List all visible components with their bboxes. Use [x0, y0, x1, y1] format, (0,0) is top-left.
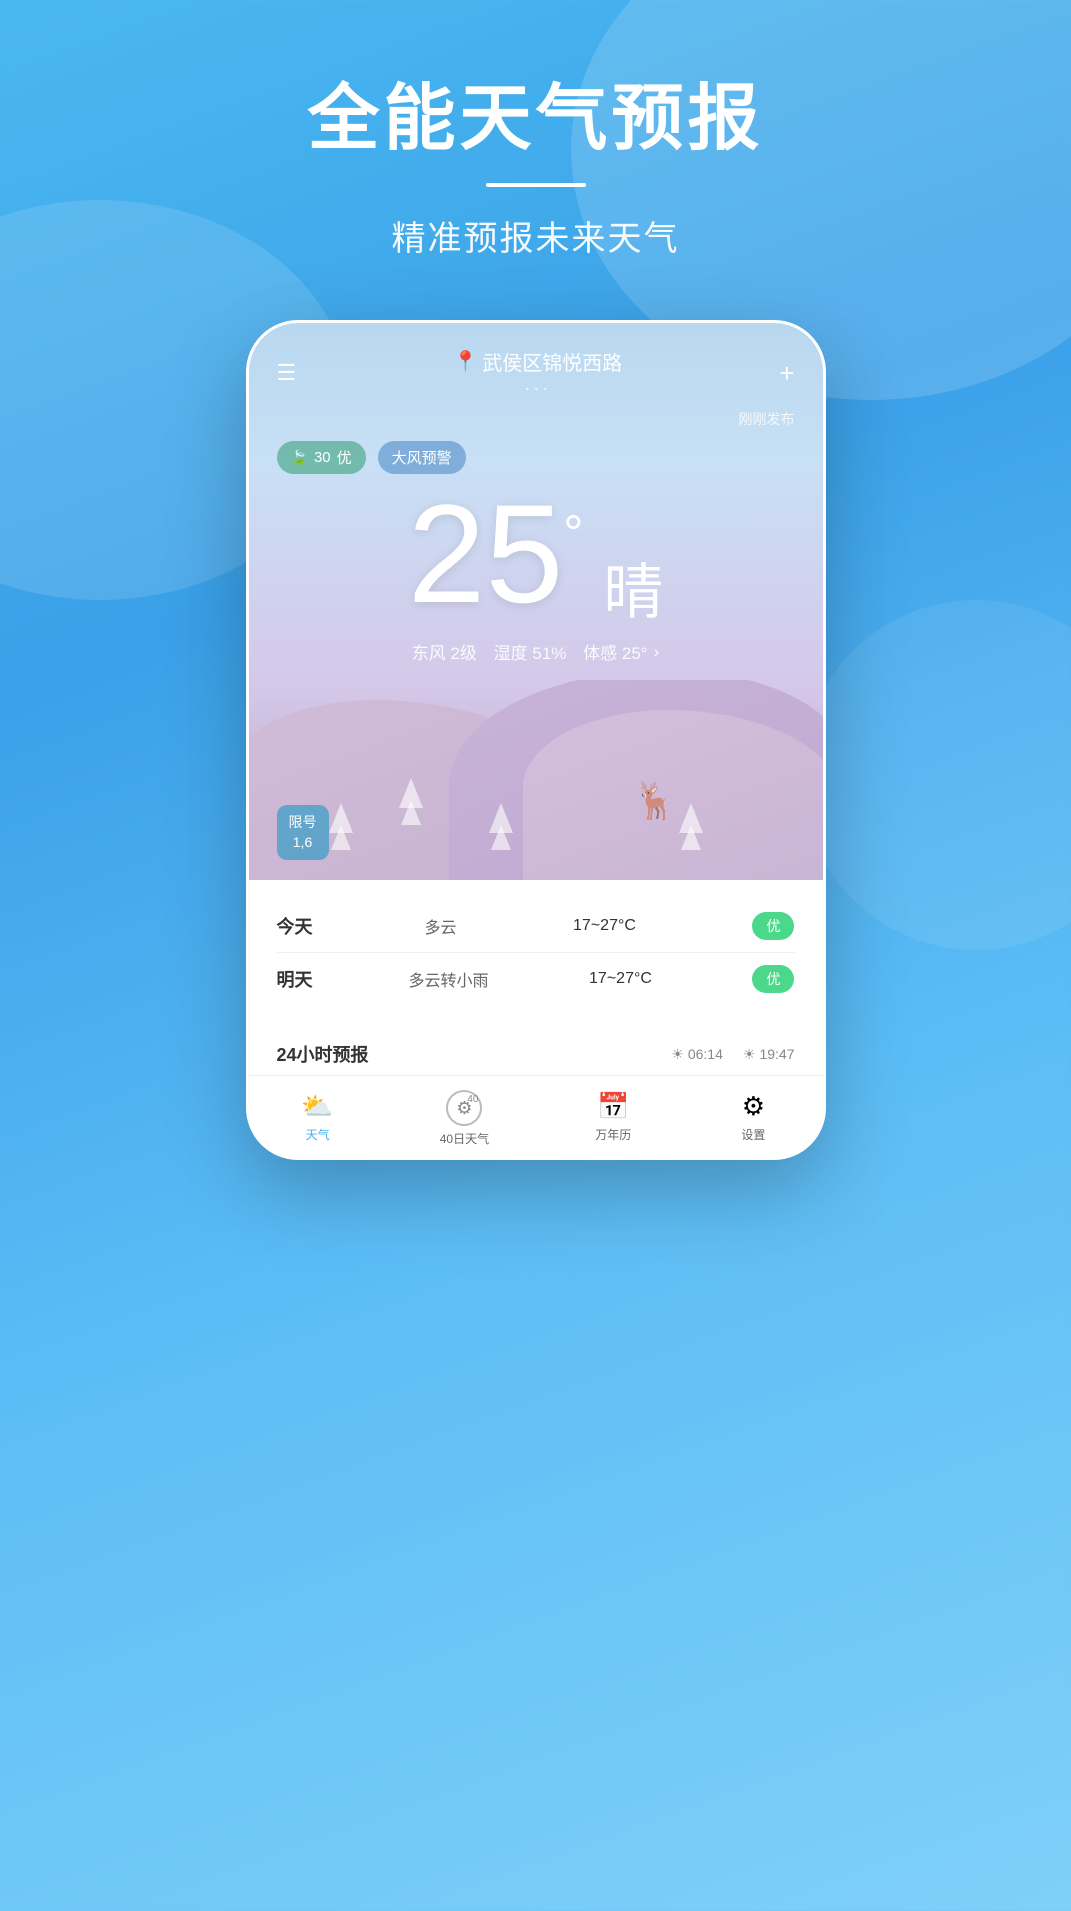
- calendar-nav-label: 万年历: [595, 1126, 631, 1143]
- details-arrow-icon: ›: [654, 642, 660, 662]
- publish-time: 刚刚发布: [249, 409, 823, 429]
- tree-2: [399, 778, 423, 825]
- temperature: 25: [408, 484, 564, 624]
- sunset-icon: ☀: [743, 1046, 756, 1063]
- menu-icon[interactable]: ☰: [277, 360, 297, 386]
- calendar-nav-icon: 📅: [597, 1090, 629, 1122]
- separator2: [572, 642, 577, 662]
- nav-item-settings[interactable]: ⚙ 设置: [737, 1090, 769, 1147]
- forecast-row-tomorrow: 明天 多云转小雨 17~27°C 优: [277, 952, 795, 1005]
- forecast40-nav-label: 40日天气: [440, 1130, 489, 1147]
- location-pin-icon: 📍: [453, 349, 478, 374]
- main-temp-area: 25 ° 晴: [249, 474, 823, 631]
- license-numbers: 1,6: [289, 833, 317, 853]
- aqi-value: 30: [314, 449, 331, 466]
- aqi-quality: 优: [337, 447, 352, 468]
- sunset-time: ☀ 19:47: [743, 1046, 795, 1063]
- aqi-badge: 🍃 30 优: [277, 441, 366, 474]
- forecast40-nav-icon: 40 ⚙: [446, 1090, 482, 1126]
- hourly-forecast-header: 24小时预报 ☀ 06:14 ☀ 19:47: [249, 1025, 823, 1075]
- hero-section: 全能天气预报 精准预报未来天气: [0, 0, 1071, 260]
- tree-1: [329, 803, 353, 850]
- weather-nav-label: 天气: [306, 1126, 330, 1143]
- landscape-illustration: 🦌 限号 1,6: [249, 680, 823, 880]
- forecast-temp-today: 17~27°C: [544, 917, 664, 935]
- weather-screen: ☰ 📍 武侯区锦悦西路 ··· + 刚刚发布 🍃 30 优: [249, 323, 823, 880]
- weather-details-row[interactable]: 东风 2级 湿度 51% 体感 25° ›: [249, 631, 823, 680]
- weather-description: 晴: [603, 544, 663, 631]
- feels-like-info: 体感 25°: [583, 639, 647, 664]
- weather-topbar: ☰ 📍 武侯区锦悦西路 ··· +: [249, 323, 823, 409]
- license-plate-area: 限号 1,6: [277, 805, 329, 860]
- forecast-quality-today: 优: [752, 912, 794, 940]
- forecast-section: 今天 多云 17~27°C 优 明天 多云转小雨 17~27°C 优: [249, 880, 823, 1025]
- add-location-button[interactable]: +: [779, 358, 794, 389]
- nav-item-40day[interactable]: 40 ⚙ 40日天气: [440, 1090, 489, 1147]
- hero-divider: [486, 183, 586, 187]
- hero-title: 全能天气预报: [0, 80, 1071, 159]
- phone-mockup-container: ☰ 📍 武侯区锦悦西路 ··· + 刚刚发布 🍃 30 优: [0, 320, 1071, 1160]
- sunrise-icon: ☀: [671, 1046, 684, 1063]
- forecast-condition-tomorrow: 多云转小雨: [408, 967, 488, 991]
- license-badge: 限号 1,6: [277, 805, 329, 860]
- deer-icon: 🦌: [633, 780, 673, 830]
- tree-4: [679, 803, 703, 850]
- sunrise-time: ☀ 06:14: [671, 1046, 723, 1063]
- tree-3: [489, 803, 513, 850]
- settings-nav-icon: ⚙: [737, 1090, 769, 1122]
- separator1: [483, 642, 488, 662]
- forecast-day-today: 今天: [277, 913, 337, 939]
- location-area: 📍 武侯区锦悦西路 ···: [453, 347, 622, 399]
- bottom-navigation: ⛅ 天气 40 ⚙ 40日天气 📅 万年历 ⚙ 设置: [249, 1075, 823, 1157]
- location-dots: ···: [524, 378, 551, 399]
- forecast-day-tomorrow: 明天: [277, 966, 337, 992]
- leaf-icon: 🍃: [291, 449, 308, 466]
- forecast-quality-tomorrow: 优: [752, 965, 794, 993]
- phone-mockup: ☰ 📍 武侯区锦悦西路 ··· + 刚刚发布 🍃 30 优: [246, 320, 826, 1160]
- location-name: 📍 武侯区锦悦西路: [453, 347, 622, 376]
- license-label: 限号: [289, 813, 317, 833]
- degree-symbol: °: [563, 504, 583, 562]
- hero-subtitle: 精准预报未来天气: [0, 211, 1071, 260]
- forecast-condition-today: 多云: [424, 914, 456, 938]
- forecast-row-today: 今天 多云 17~27°C 优: [277, 900, 795, 952]
- settings-nav-label: 设置: [741, 1126, 765, 1143]
- nav-item-weather[interactable]: ⛅ 天气: [302, 1090, 334, 1147]
- aqi-badges-row: 🍃 30 优 大风预警: [249, 429, 823, 474]
- hourly-title: 24小时预报: [277, 1041, 369, 1067]
- weather-nav-icon: ⛅: [302, 1090, 334, 1122]
- humidity-info: 湿度 51%: [494, 639, 567, 664]
- warning-badge: 大风预警: [378, 441, 466, 474]
- sun-times: ☀ 06:14 ☀ 19:47: [671, 1046, 794, 1063]
- nav-item-calendar[interactable]: 📅 万年历: [595, 1090, 631, 1147]
- wind-info: 东风 2级: [412, 639, 477, 664]
- forecast-temp-tomorrow: 17~27°C: [560, 970, 680, 988]
